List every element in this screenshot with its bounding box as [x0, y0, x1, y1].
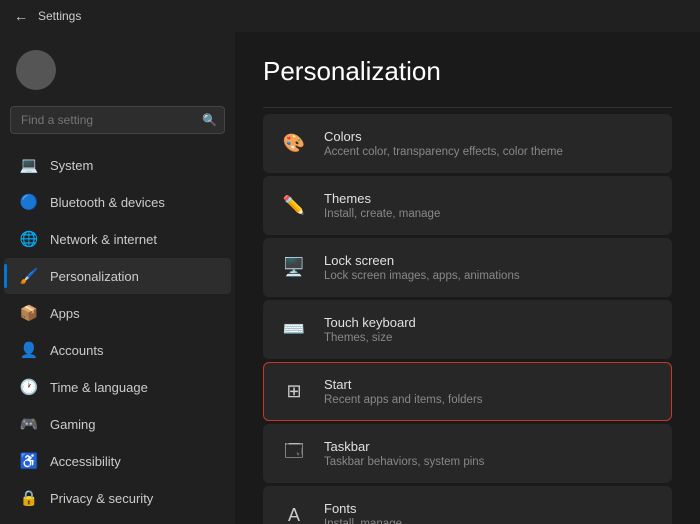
taskbar-desc: Taskbar behaviors, system pins — [324, 456, 655, 468]
setting-item-fonts[interactable]: A Fonts Install, manage — [263, 486, 672, 524]
themes-text: Themes Install, create, manage — [324, 191, 655, 220]
sidebar-item-label-accessibility: Accessibility — [50, 454, 121, 469]
privacy-icon: 🔒 — [20, 489, 38, 507]
title-bar: ← Settings — [0, 0, 700, 32]
touch-keyboard-title: Touch keyboard — [324, 315, 655, 330]
touch-keyboard-icon: ⌨️ — [280, 316, 308, 344]
content-divider — [263, 107, 672, 108]
colors-desc: Accent color, transparency effects, colo… — [324, 146, 655, 158]
content-area: Personalization 🎨 Colors Accent color, tra… — [235, 32, 700, 524]
sidebar-item-label-network: Network & internet — [50, 232, 157, 247]
sidebar-item-bluetooth[interactable]: 🔵 Bluetooth & devices — [4, 184, 231, 220]
start-icon: ⊞ — [280, 378, 308, 406]
sidebar-item-accessibility[interactable]: ♿ Accessibility — [4, 443, 231, 479]
lock-screen-title: Lock screen — [324, 253, 655, 268]
personalization-icon: 🖌️ — [20, 267, 38, 285]
search-input[interactable] — [10, 106, 225, 134]
apps-icon: 📦 — [20, 304, 38, 322]
sidebar-item-label-apps: Apps — [50, 306, 80, 321]
sidebar-item-gaming[interactable]: 🎮 Gaming — [4, 406, 231, 442]
bluetooth-icon: 🔵 — [20, 193, 38, 211]
settings-list: 🎨 Colors Accent color, transparency effect… — [263, 114, 672, 524]
colors-icon: 🎨 — [280, 130, 308, 158]
sidebar-item-label-system: System — [50, 158, 93, 173]
sidebar-item-apps[interactable]: 📦 Apps — [4, 295, 231, 331]
accessibility-icon: ♿ — [20, 452, 38, 470]
themes-desc: Install, create, manage — [324, 208, 655, 220]
search-icon: 🔍 — [202, 113, 217, 127]
fonts-desc: Install, manage — [324, 518, 655, 524]
setting-item-themes[interactable]: ✏️ Themes Install, create, manage — [263, 176, 672, 235]
accounts-icon: 👤 — [20, 341, 38, 359]
themes-title: Themes — [324, 191, 655, 206]
fonts-icon: A — [280, 502, 308, 524]
system-icon: 💻 — [20, 156, 38, 174]
sidebar-item-network[interactable]: 🌐 Network & internet — [4, 221, 231, 257]
themes-icon: ✏️ — [280, 192, 308, 220]
sidebar-item-label-bluetooth: Bluetooth & devices — [50, 195, 165, 210]
setting-item-lock-screen[interactable]: 🖥️ Lock screen Lock screen images, apps, a… — [263, 238, 672, 297]
touch-keyboard-desc: Themes, size — [324, 332, 655, 344]
setting-item-colors[interactable]: 🎨 Colors Accent color, transparency effect… — [263, 114, 672, 173]
lock-screen-desc: Lock screen images, apps, animations — [324, 270, 655, 282]
lock-screen-text: Lock screen Lock screen images, apps, ani… — [324, 253, 655, 282]
sidebar-search-container: 🔍 — [10, 106, 225, 134]
sidebar-item-time[interactable]: 🕐 Time & language — [4, 369, 231, 405]
time-icon: 🕐 — [20, 378, 38, 396]
sidebar-item-system[interactable]: 💻 System — [4, 147, 231, 183]
sidebar-item-label-time: Time & language — [50, 380, 148, 395]
colors-title: Colors — [324, 129, 655, 144]
taskbar-title: Taskbar — [324, 439, 655, 454]
title-bar-text: Settings — [38, 9, 81, 23]
page-title: Personalization — [263, 56, 672, 87]
network-icon: 🌐 — [20, 230, 38, 248]
taskbar-icon: 🗔 — [280, 440, 308, 468]
main-layout: 🔍 💻 System 🔵 Bluetooth & devices 🌐 Network & … — [0, 32, 700, 524]
setting-item-taskbar[interactable]: 🗔 Taskbar Taskbar behaviors, system pins — [263, 424, 672, 483]
back-button[interactable]: ← — [12, 7, 30, 25]
lock-screen-icon: 🖥️ — [280, 254, 308, 282]
sidebar-item-label-personalization: Personalization — [50, 269, 139, 284]
sidebar-item-personalization[interactable]: 🖌️ Personalization — [4, 258, 231, 294]
sidebar-item-label-accounts: Accounts — [50, 343, 103, 358]
sidebar-item-accounts[interactable]: 👤 Accounts — [4, 332, 231, 368]
sidebar-item-label-gaming: Gaming — [50, 417, 96, 432]
sidebar-profile — [0, 40, 235, 106]
avatar — [16, 50, 56, 90]
start-desc: Recent apps and items, folders — [324, 394, 655, 406]
sidebar-item-update[interactable]: 🔄Windows Update — [4, 517, 231, 524]
setting-item-touch-keyboard[interactable]: ⌨️ Touch keyboard Themes, size — [263, 300, 672, 359]
touch-keyboard-text: Touch keyboard Themes, size — [324, 315, 655, 344]
sidebar-nav: 💻 System 🔵 Bluetooth & devices 🌐 Network & in… — [0, 146, 235, 524]
sidebar-item-label-privacy: Privacy & security — [50, 491, 153, 506]
gaming-icon: 🎮 — [20, 415, 38, 433]
fonts-text: Fonts Install, manage — [324, 501, 655, 524]
start-title: Start — [324, 377, 655, 392]
setting-item-start[interactable]: ⊞ Start Recent apps and items, folders — [263, 362, 672, 421]
start-text: Start Recent apps and items, folders — [324, 377, 655, 406]
fonts-title: Fonts — [324, 501, 655, 516]
sidebar: 🔍 💻 System 🔵 Bluetooth & devices 🌐 Network & … — [0, 32, 235, 524]
colors-text: Colors Accent color, transparency effects… — [324, 129, 655, 158]
taskbar-text: Taskbar Taskbar behaviors, system pins — [324, 439, 655, 468]
sidebar-item-privacy[interactable]: 🔒 Privacy & security — [4, 480, 231, 516]
